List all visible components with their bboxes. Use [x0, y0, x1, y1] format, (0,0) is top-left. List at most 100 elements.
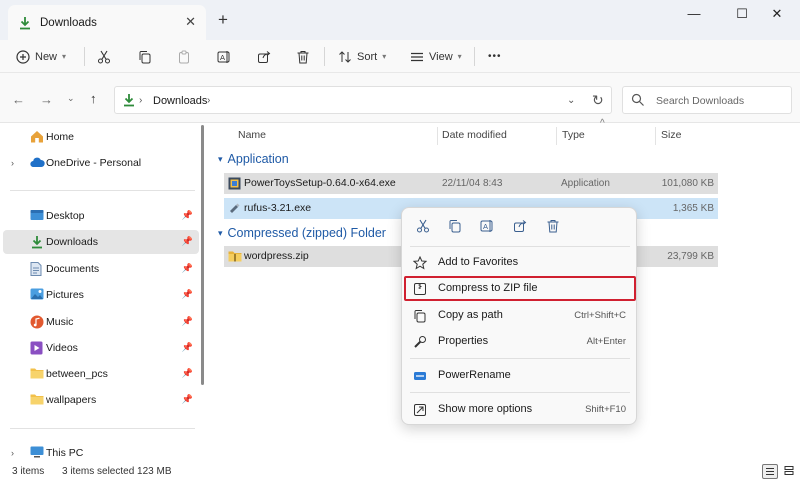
star-icon — [413, 256, 427, 270]
sidebar-item-home[interactable]: Home — [3, 125, 199, 149]
up-arrow-icon[interactable]: ↑ — [90, 91, 97, 106]
group-header-application[interactable]: ▾ Application — [218, 152, 289, 166]
close-window-button[interactable]: ✕ — [765, 6, 789, 22]
column-header-date-modified[interactable]: Date modified — [442, 129, 507, 141]
computer-icon — [30, 446, 44, 458]
sidebar-item-pictures[interactable]: Pictures 📌 — [3, 283, 199, 307]
group-header-compressed-folder[interactable]: ▾ Compressed (zipped) Folder — [218, 226, 386, 240]
sort-icon — [339, 50, 351, 63]
sort-button[interactable]: Sort ▾ — [338, 40, 386, 73]
column-divider[interactable] — [655, 127, 656, 145]
refresh-icon[interactable]: ↻ — [592, 92, 604, 109]
new-button[interactable]: New ▾ — [16, 40, 66, 73]
sidebar-item-wallpapers[interactable]: wallpapers 📌 — [3, 388, 199, 412]
sidebar-item-label: wallpapers — [46, 394, 97, 406]
forward-arrow-icon[interactable]: → — [40, 92, 53, 107]
context-menu: A Add to Favorites Compress to ZIP file … — [401, 207, 637, 425]
delete-button[interactable] — [296, 40, 310, 73]
column-divider[interactable] — [556, 127, 557, 145]
rename-icon[interactable]: A — [480, 219, 495, 233]
powerrename-icon — [414, 372, 426, 380]
document-icon — [30, 262, 42, 276]
menu-item-compress-to-zip[interactable]: Compress to ZIP file — [404, 276, 636, 301]
view-button[interactable]: View ▾ — [410, 40, 462, 73]
expand-chevron-icon[interactable]: › — [11, 158, 14, 168]
menu-item-powerrename[interactable]: PowerRename — [404, 363, 636, 388]
address-bar[interactable]: › Downloads › ⌄ ↻ — [114, 86, 612, 114]
sidebar-divider — [10, 190, 195, 191]
sidebar-item-documents[interactable]: Documents 📌 — [3, 257, 199, 281]
command-bar: New ▾ A Sort ▾ View ▾ ••• — [0, 40, 800, 73]
pin-icon[interactable]: 📌 — [182, 394, 193, 405]
pin-icon[interactable]: 📌 — [182, 342, 193, 353]
copy-icon[interactable] — [448, 219, 462, 233]
search-box[interactable]: Search Downloads — [622, 86, 792, 114]
zip-archive-icon — [414, 283, 426, 295]
sidebar-item-videos[interactable]: Videos 📌 — [3, 336, 199, 360]
recent-locations-chevron-icon[interactable]: ⌄ — [67, 93, 75, 104]
back-arrow-icon[interactable]: ← — [12, 92, 25, 107]
menu-divider — [410, 392, 630, 393]
menu-item-shortcut: Alt+Enter — [586, 336, 626, 347]
menu-item-shortcut: Shift+F10 — [585, 404, 626, 415]
column-divider[interactable] — [437, 127, 438, 145]
wrench-icon — [414, 336, 426, 348]
pin-icon[interactable]: 📌 — [182, 289, 193, 300]
breadcrumb-downloads[interactable]: Downloads — [153, 95, 207, 107]
new-tab-button[interactable]: + — [218, 10, 228, 30]
pin-icon[interactable]: 📌 — [182, 210, 193, 221]
file-name: rufus-3.21.exe — [244, 202, 312, 214]
cut-button[interactable] — [97, 40, 111, 73]
sidebar-scrollbar[interactable] — [201, 125, 204, 385]
pin-icon[interactable]: 📌 — [182, 316, 193, 327]
menu-item-properties[interactable]: Properties Alt+Enter — [404, 329, 636, 354]
download-icon — [20, 16, 30, 29]
file-size: 101,080 KB — [661, 178, 714, 189]
tiles-view-button[interactable] — [782, 464, 798, 479]
address-dropdown-icon[interactable]: ⌄ — [567, 95, 575, 106]
menu-item-label: Properties — [438, 335, 489, 347]
sidebar-item-desktop[interactable]: Desktop 📌 — [3, 204, 199, 228]
toolbar-divider — [474, 47, 475, 66]
pin-icon[interactable]: 📌 — [182, 368, 193, 379]
sort-ascending-icon: ^ — [600, 118, 605, 129]
menu-item-show-more-options[interactable]: Show more options Shift+F10 — [404, 397, 636, 422]
rename-button[interactable]: A — [217, 40, 232, 73]
pin-icon[interactable]: 📌 — [182, 236, 193, 247]
sidebar-item-between-pcs[interactable]: between_pcs 📌 — [3, 362, 199, 386]
minimize-button[interactable]: — — [682, 6, 706, 22]
sidebar-item-label: Pictures — [46, 289, 84, 301]
pin-icon[interactable]: 📌 — [182, 263, 193, 274]
trash-icon[interactable] — [546, 219, 560, 233]
tab-close-icon[interactable]: ✕ — [185, 14, 196, 30]
copy-button[interactable] — [138, 40, 152, 73]
file-size: 1,365 KB — [672, 203, 714, 214]
sidebar-item-onedrive[interactable]: › OneDrive - Personal — [3, 151, 199, 175]
sidebar-item-music[interactable]: Music 📌 — [3, 310, 199, 334]
breadcrumb-chevron-icon[interactable]: › — [207, 95, 210, 106]
column-header-name[interactable]: Name — [238, 129, 266, 141]
maximize-button[interactable]: ☐ — [730, 6, 754, 22]
paste-button[interactable] — [177, 40, 191, 73]
copy-path-icon — [414, 310, 426, 323]
menu-item-add-to-favorites[interactable]: Add to Favorites — [404, 250, 636, 275]
column-header-type[interactable]: Type — [562, 129, 585, 141]
tab-downloads[interactable]: Downloads ✕ — [8, 5, 206, 40]
more-options-button[interactable]: ••• — [488, 40, 502, 73]
zip-folder-icon — [228, 251, 242, 262]
sidebar-item-label: Downloads — [46, 236, 98, 248]
chevron-down-icon: ▾ — [457, 52, 462, 61]
expand-chevron-icon[interactable]: › — [11, 448, 14, 458]
chevron-down-icon: ▾ — [62, 52, 67, 61]
share-button[interactable] — [257, 40, 271, 73]
share-icon[interactable] — [513, 219, 527, 233]
sidebar-item-downloads[interactable]: Downloads 📌 — [3, 230, 199, 254]
breadcrumb-chevron-icon[interactable]: › — [139, 95, 142, 106]
menu-item-copy-as-path[interactable]: Copy as path Ctrl+Shift+C — [404, 303, 636, 328]
new-label: New — [35, 50, 58, 63]
scissors-icon[interactable] — [416, 219, 430, 233]
folder-icon — [30, 368, 44, 379]
details-view-button[interactable] — [762, 464, 778, 479]
column-header-size[interactable]: Size — [661, 129, 681, 141]
file-row[interactable]: PowerToysSetup-0.64.0-x64.exe 22/11/04 8… — [224, 173, 718, 194]
